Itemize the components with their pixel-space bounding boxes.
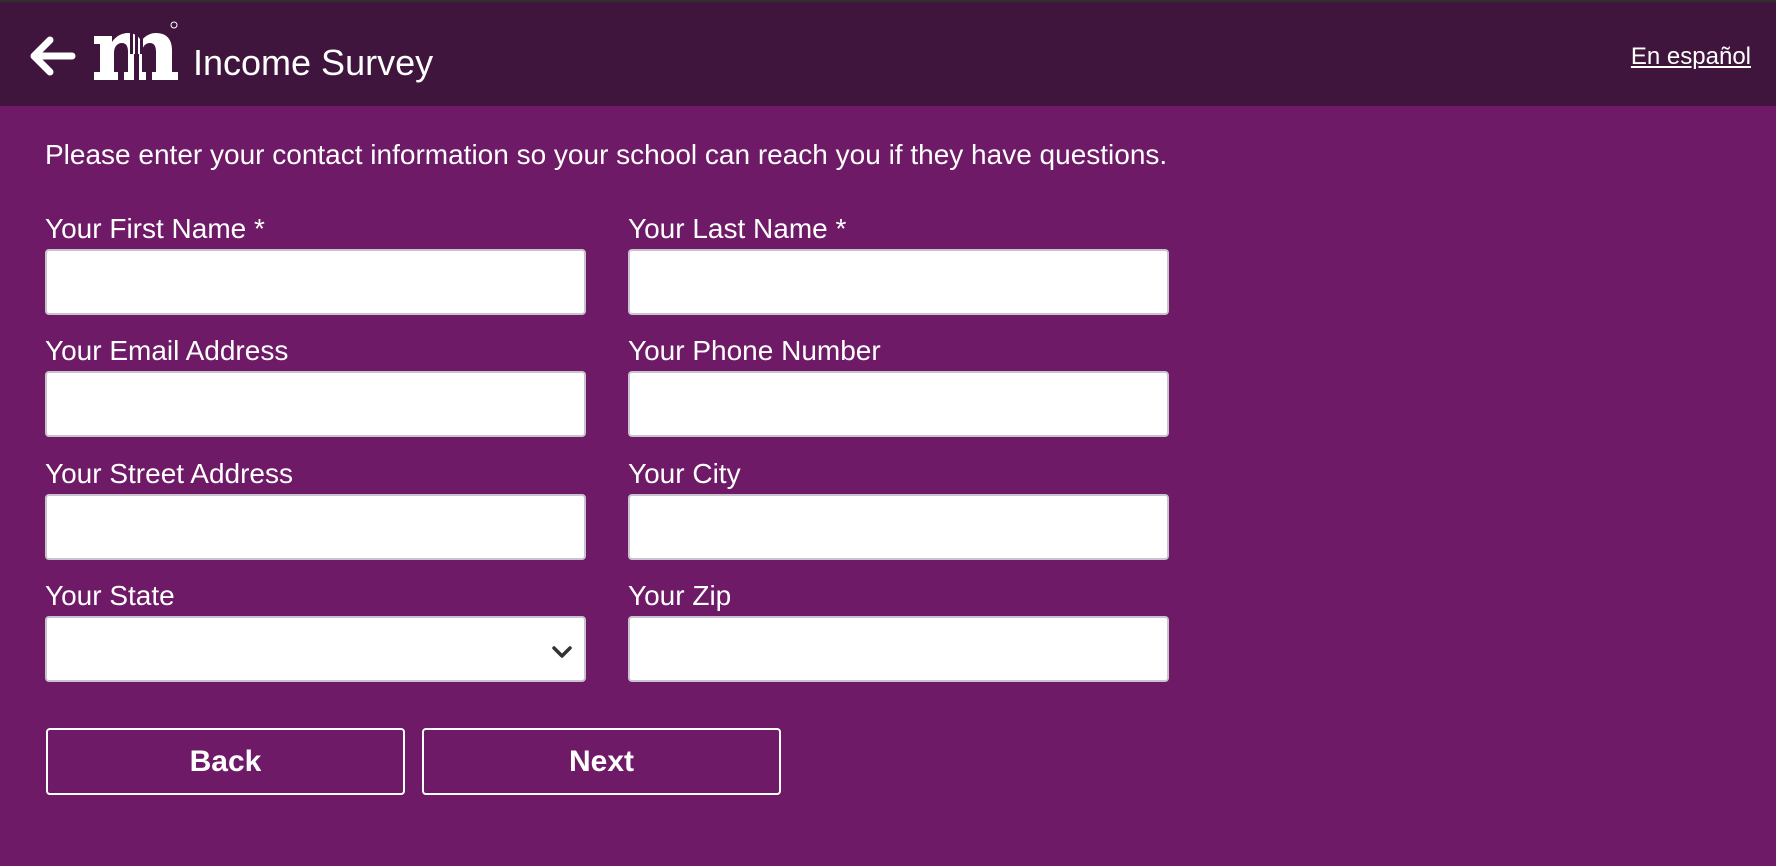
email-label: Your Email Address — [45, 335, 289, 366]
last-name-label: Your Last Name * — [628, 213, 847, 244]
zip-input[interactable] — [628, 616, 1169, 682]
phone-group: Your Phone Number — [628, 335, 1169, 437]
app-header: Income Survey En español — [0, 2, 1776, 106]
arrow-left-icon[interactable] — [26, 32, 76, 80]
city-label: Your City — [628, 458, 741, 489]
form-instructions: Please enter your contact information so… — [45, 139, 1168, 170]
city-input[interactable] — [628, 494, 1169, 560]
zip-group: Your Zip — [628, 580, 1169, 682]
phone-input[interactable] — [628, 371, 1169, 437]
m-fork-logo — [92, 20, 180, 84]
chevron-down-icon — [550, 640, 574, 664]
page-title: Income Survey — [193, 42, 434, 83]
state-group: Your State — [45, 580, 586, 682]
state-label: Your State — [45, 580, 175, 611]
email-group: Your Email Address — [45, 335, 586, 437]
next-button[interactable]: Next — [422, 728, 781, 795]
street-group: Your Street Address — [45, 458, 586, 560]
first-name-input[interactable] — [45, 249, 586, 315]
zip-label: Your Zip — [628, 580, 732, 611]
last-name-input[interactable] — [628, 249, 1169, 315]
state-select[interactable] — [45, 616, 586, 682]
street-label: Your Street Address — [45, 458, 294, 489]
street-input[interactable] — [45, 494, 586, 560]
email-input[interactable] — [45, 371, 586, 437]
first-name-label: Your First Name * — [45, 213, 265, 244]
last-name-group: Your Last Name * — [628, 213, 1169, 315]
first-name-group: Your First Name * — [45, 213, 586, 315]
city-group: Your City — [628, 458, 1169, 560]
back-button[interactable]: Back — [46, 728, 405, 795]
phone-label: Your Phone Number — [628, 335, 881, 366]
spanish-language-link[interactable]: En español — [1631, 42, 1751, 72]
